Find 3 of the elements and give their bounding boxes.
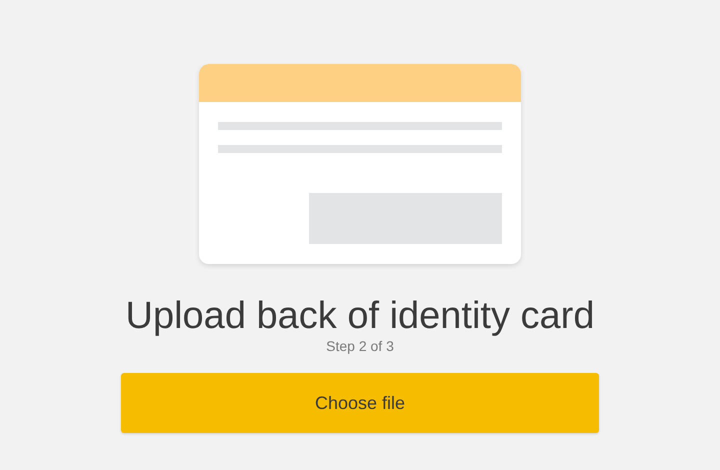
step-indicator: Step 2 of 3	[326, 338, 394, 354]
choose-file-button[interactable]: Choose file	[121, 373, 599, 433]
page-title: Upload back of identity card	[126, 294, 594, 338]
